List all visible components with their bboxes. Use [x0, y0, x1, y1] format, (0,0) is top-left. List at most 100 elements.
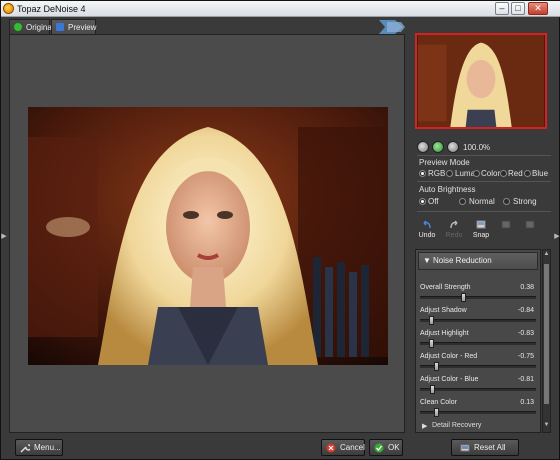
- collapse-left-icon[interactable]: ▶: [1, 231, 7, 243]
- snapshot-slot-1-button[interactable]: [495, 218, 517, 244]
- ok-button[interactable]: OK: [369, 439, 403, 456]
- snap-label: Snap: [472, 232, 490, 239]
- radio-rgb[interactable]: [419, 170, 426, 177]
- ok-button-label: OK: [388, 443, 400, 452]
- menu-button[interactable]: Menu...: [15, 439, 63, 456]
- slider-value: 0.38: [520, 284, 534, 291]
- redo-label: Redo: [445, 232, 463, 239]
- radio-blue-label: Blue: [532, 169, 549, 178]
- zoom-level: 100.0%: [463, 143, 491, 152]
- radio-strong[interactable]: [503, 198, 510, 205]
- scroll-thumb[interactable]: [544, 264, 549, 404]
- radio-color[interactable]: [473, 170, 480, 177]
- divider: [417, 155, 551, 156]
- expand-triangle-icon: ▶: [422, 423, 428, 430]
- app-logo-icon: [3, 3, 14, 14]
- close-window-button[interactable]: ✕: [528, 2, 548, 15]
- slider-label: Adjust Color - Red: [420, 353, 478, 360]
- slider-knob[interactable]: [429, 339, 434, 348]
- cancel-icon: [326, 443, 336, 453]
- divider: [417, 181, 551, 182]
- side-panel: 100.0% Preview Mode RGB Luma Color Red B…: [411, 21, 557, 457]
- snapshot-icon: [476, 220, 486, 229]
- undo-button[interactable]: Undo: [416, 218, 438, 244]
- slider-track[interactable]: [420, 319, 536, 322]
- radio-rgb-label: RGB: [428, 169, 446, 178]
- undo-label: Undo: [418, 232, 436, 239]
- cancel-button[interactable]: Cancel: [321, 439, 365, 456]
- slider-value: -0.81: [518, 376, 534, 383]
- collapse-triangle-icon: ▼: [423, 256, 431, 265]
- slider-value: -0.84: [518, 307, 534, 314]
- slider-adjust-color-blue[interactable]: Adjust Color - Blue -0.81: [420, 376, 536, 398]
- zoom-out-icon[interactable]: [417, 141, 429, 153]
- radio-normal-label: Normal: [469, 197, 495, 206]
- noise-reduction-title: Noise Reduction: [433, 256, 492, 265]
- detail-recovery-header[interactable]: ▶ Detail Recovery: [418, 422, 538, 432]
- window-title: Topaz DeNoise 4: [17, 4, 86, 14]
- slider-clean-color[interactable]: Clean Color 0.13: [420, 399, 536, 421]
- snapshot-slot-2-button[interactable]: [519, 218, 541, 244]
- zoom-fit-icon[interactable]: [432, 141, 444, 153]
- radio-off-label: Off: [428, 197, 439, 206]
- preview-dot-icon: [56, 23, 64, 31]
- redo-button[interactable]: Redo: [443, 218, 465, 244]
- radio-red-label: Red: [508, 169, 523, 178]
- preview-canvas[interactable]: [9, 34, 405, 433]
- slider-knob[interactable]: [429, 316, 434, 325]
- slider-knob[interactable]: [434, 362, 439, 371]
- reset-all-button[interactable]: Reset All: [451, 439, 519, 456]
- navigator-image: [417, 35, 545, 127]
- preview-image: [28, 107, 388, 365]
- ok-check-icon: [374, 443, 384, 453]
- slider-adjust-highlight[interactable]: Adjust Highlight -0.83: [420, 330, 536, 352]
- slider-label: Overall Strength: [420, 284, 471, 291]
- maximize-button[interactable]: □: [511, 2, 525, 15]
- zoom-in-icon[interactable]: [447, 141, 459, 153]
- minimize-button[interactable]: –: [495, 2, 509, 15]
- panel-scrollbar[interactable]: ▲ ▼: [542, 249, 551, 433]
- snapshot-slot-icon: [501, 220, 511, 229]
- radio-color-label: Color: [481, 169, 501, 178]
- app-window: Topaz DeNoise 4 – □ ✕ ▶ ▶ Original Previ…: [0, 0, 560, 460]
- slider-knob[interactable]: [434, 408, 439, 417]
- scroll-down-icon[interactable]: ▼: [543, 422, 550, 432]
- radio-strong-label: Strong: [513, 197, 537, 206]
- redo-icon: [450, 220, 458, 229]
- title-bar: Topaz DeNoise 4 – □ ✕: [1, 1, 560, 17]
- slider-track[interactable]: [420, 296, 536, 299]
- snapshot-slot-icon: [525, 220, 535, 229]
- snap-button[interactable]: Snap: [470, 218, 492, 244]
- slider-track[interactable]: [420, 342, 536, 345]
- menu-button-label: Menu...: [34, 443, 61, 452]
- detail-recovery-title: Detail Recovery: [432, 422, 482, 429]
- tab-preview-label: Preview: [68, 23, 97, 32]
- slider-adjust-color-red[interactable]: Adjust Color - Red -0.75: [420, 353, 536, 375]
- slider-knob[interactable]: [430, 385, 435, 394]
- tab-original-label: Original: [26, 23, 54, 32]
- divider: [417, 211, 551, 212]
- noise-reduction-panel: ▼ Noise Reduction Overall Strength 0.38 …: [415, 249, 541, 433]
- slider-adjust-shadow[interactable]: Adjust Shadow -0.84: [420, 307, 536, 329]
- preview-mode-title: Preview Mode: [419, 158, 470, 167]
- slider-value: -0.75: [518, 353, 534, 360]
- slider-label: Adjust Highlight: [420, 330, 469, 337]
- slider-label: Adjust Shadow: [420, 307, 467, 314]
- radio-normal[interactable]: [459, 198, 466, 205]
- slider-track[interactable]: [420, 388, 536, 391]
- auto-brightness-title: Auto Brightness: [419, 185, 476, 194]
- scroll-up-icon[interactable]: ▲: [543, 251, 550, 261]
- slider-overall-strength[interactable]: Overall Strength 0.38: [420, 284, 536, 306]
- tab-original[interactable]: Original: [9, 19, 54, 34]
- radio-blue[interactable]: [524, 170, 531, 177]
- navigator-thumbnail[interactable]: [415, 33, 547, 129]
- slider-value: -0.83: [518, 330, 534, 337]
- slider-knob[interactable]: [461, 293, 466, 302]
- radio-red[interactable]: [500, 170, 507, 177]
- radio-off[interactable]: [419, 198, 426, 205]
- noise-reduction-header[interactable]: ▼ Noise Reduction: [418, 252, 538, 270]
- tab-preview[interactable]: Preview: [51, 19, 96, 34]
- slider-label: Adjust Color - Blue: [420, 376, 479, 383]
- reset-icon: [460, 444, 470, 452]
- radio-luma[interactable]: [446, 170, 453, 177]
